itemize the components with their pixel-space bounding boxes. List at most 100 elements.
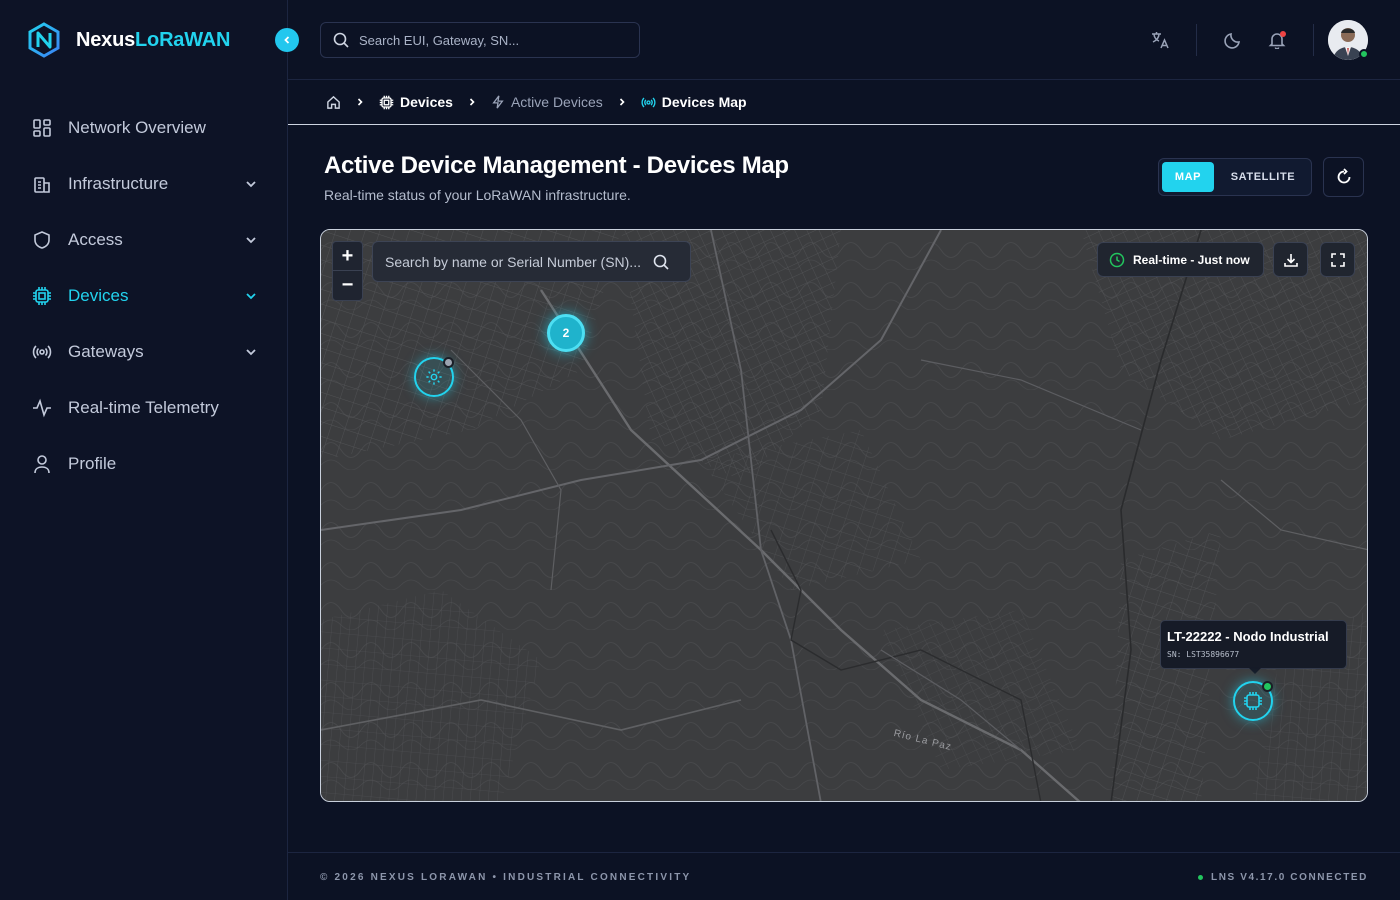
device-marker[interactable]	[1233, 681, 1273, 721]
language-button[interactable]	[1138, 18, 1182, 62]
chevron-down-icon	[246, 181, 256, 188]
chevron-right-icon	[355, 97, 365, 107]
footer-status: LNS V4.17.0 CONNECTED	[1198, 872, 1368, 883]
divider	[1196, 24, 1197, 56]
footer-status-label: LNS V4.17.0 CONNECTED	[1211, 872, 1368, 883]
breadcrumb-active-devices[interactable]: Active Devices	[491, 94, 603, 110]
chevron-down-icon	[246, 293, 256, 300]
sidebar-nav: Network Overview Infrastructure Access D…	[20, 100, 270, 492]
translate-icon	[1152, 32, 1169, 49]
fullscreen-button[interactable]	[1320, 242, 1355, 277]
divider	[1313, 24, 1314, 56]
sidebar-item-label: Profile	[68, 454, 117, 473]
building-icon	[32, 174, 52, 194]
fullscreen-icon	[1330, 252, 1345, 267]
chevron-down-icon	[246, 349, 256, 356]
sidebar-item-profile[interactable]: Profile	[20, 436, 270, 492]
sidebar-item-infrastructure[interactable]: Infrastructure	[20, 156, 270, 212]
avatar[interactable]	[1328, 20, 1369, 60]
breadcrumb-label: Devices	[400, 94, 453, 110]
chevron-right-icon	[617, 97, 627, 107]
brand[interactable]: NexusLoRaWAN	[26, 22, 230, 58]
gateway-marker[interactable]	[414, 357, 454, 397]
sidebar-item-label: Devices	[68, 286, 129, 305]
chip-icon	[1244, 692, 1262, 710]
breadcrumb-devices[interactable]: Devices	[379, 94, 453, 110]
sidebar-item-access[interactable]: Access	[20, 212, 270, 268]
chevron-right-icon	[467, 97, 477, 107]
device-cluster[interactable]: 2	[547, 314, 585, 352]
zoom-controls: + −	[332, 241, 363, 301]
topbar-actions	[1138, 18, 1369, 62]
devices-map[interactable]: Río La Paz + − Real-time - Just now 2 LT…	[320, 229, 1368, 802]
download-button[interactable]	[1273, 242, 1308, 277]
page-subtitle: Real-time status of your LoRaWAN infrast…	[324, 187, 631, 203]
collapse-sidebar-button[interactable]	[275, 28, 299, 52]
satellite-view-button[interactable]: SATELLITE	[1218, 162, 1308, 192]
breadcrumb-label: Active Devices	[510, 94, 603, 110]
offline-status-dot	[443, 357, 454, 368]
chevron-down-icon	[246, 237, 256, 244]
chip-icon	[32, 286, 52, 306]
theme-toggle-button[interactable]	[1211, 18, 1255, 62]
zoom-in-button[interactable]: +	[333, 242, 362, 271]
moon-icon	[1224, 33, 1240, 49]
breadcrumb-home[interactable]	[326, 95, 341, 110]
download-icon	[1283, 253, 1298, 267]
view-toggle: MAP SATELLITE	[1158, 158, 1312, 196]
realtime-status-badge: Real-time - Just now	[1097, 242, 1264, 277]
sidebar: NexusLoRaWAN Network Overview Infrastruc…	[0, 0, 288, 900]
map-search-input[interactable]	[385, 253, 653, 270]
home-icon	[327, 95, 340, 109]
breadcrumb-devices-map: Devices Map	[641, 94, 747, 110]
sidebar-item-label: Real-time Telemetry	[68, 398, 219, 417]
tooltip-title: LT-22222 - Nodo Industrial	[1167, 629, 1329, 644]
sidebar-item-devices[interactable]: Devices	[20, 268, 270, 324]
sidebar-item-telemetry[interactable]: Real-time Telemetry	[20, 380, 270, 436]
status-dot	[1198, 875, 1204, 880]
zoom-out-button[interactable]: −	[333, 271, 362, 300]
sidebar-item-label: Network Overview	[68, 118, 206, 137]
notifications-button[interactable]	[1255, 18, 1299, 62]
sidebar-item-label: Access	[68, 230, 123, 249]
notification-dot	[1280, 31, 1286, 37]
breadcrumb-label: Devices Map	[661, 94, 747, 110]
realtime-status-label: Real-time - Just now	[1133, 252, 1250, 267]
radio-signal-icon	[641, 97, 656, 107]
topbar	[288, 0, 1400, 80]
sidebar-item-network-overview[interactable]: Network Overview	[20, 100, 270, 156]
user-icon	[32, 454, 52, 474]
sidebar-item-label: Infrastructure	[68, 174, 169, 193]
clock-icon	[1109, 252, 1125, 267]
radio-signal-icon	[32, 342, 52, 362]
map-search[interactable]	[372, 241, 691, 282]
shield-icon	[32, 230, 52, 250]
footer: © 2026 NEXUS LORAWAN • INDUSTRIAL CONNEC…	[288, 852, 1400, 900]
brand-name-part1: Nexus	[76, 28, 136, 51]
grid-icon	[32, 118, 52, 138]
footer-copyright: © 2026 NEXUS LORAWAN • INDUSTRIAL CONNEC…	[320, 872, 692, 883]
search-icon[interactable]	[653, 254, 669, 270]
refresh-icon	[1337, 168, 1350, 184]
online-status-dot	[1359, 49, 1369, 59]
activity-icon	[32, 398, 52, 418]
online-status-dot	[1262, 681, 1273, 692]
brand-name: NexusLoRaWAN	[76, 29, 230, 52]
device-tooltip: LT-22222 - Nodo Industrial SN: LST358966…	[1160, 620, 1347, 674]
chevron-left-icon	[284, 36, 290, 44]
chip-icon	[379, 95, 394, 109]
map-view-button[interactable]: MAP	[1162, 162, 1214, 192]
global-search[interactable]	[320, 22, 640, 58]
sidebar-item-label: Gateways	[68, 342, 144, 361]
breadcrumb: Devices Active Devices Devices Map	[288, 80, 1400, 125]
tooltip-serial: SN: LST35896677	[1167, 650, 1240, 659]
logo-icon	[28, 22, 60, 58]
refresh-button[interactable]	[1323, 157, 1364, 197]
gear-icon	[426, 369, 442, 385]
page-title: Active Device Management - Devices Map	[324, 152, 789, 179]
global-search-input[interactable]	[359, 32, 609, 48]
sidebar-item-gateways[interactable]: Gateways	[20, 324, 270, 380]
map-tiles	[321, 230, 1367, 801]
lightning-icon	[492, 95, 504, 109]
search-icon	[333, 32, 349, 48]
